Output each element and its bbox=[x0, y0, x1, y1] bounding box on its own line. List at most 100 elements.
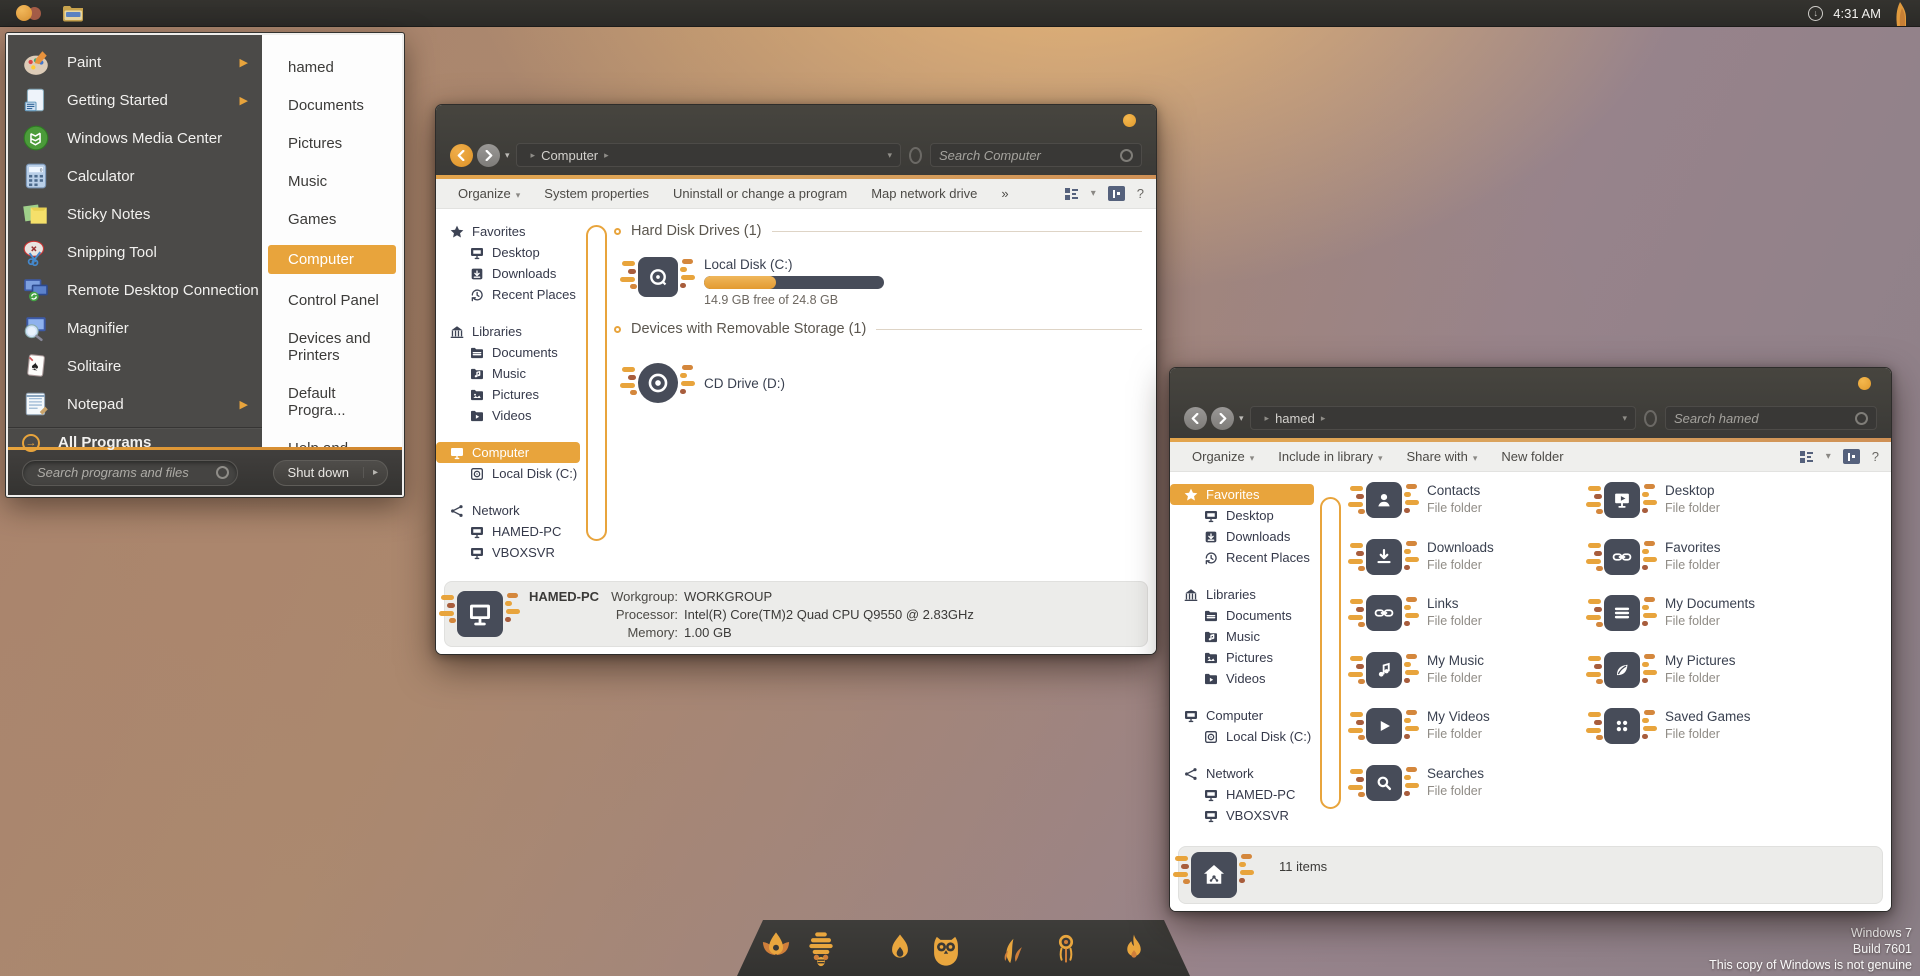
sidebar-item-network[interactable]: Network bbox=[436, 500, 594, 521]
folder-item-downloads[interactable]: Downloads File folder bbox=[1366, 539, 1494, 596]
folder-item-my-music[interactable]: My Music File folder bbox=[1366, 652, 1484, 709]
sidebar-item-vboxsvr[interactable]: VBOXSVR bbox=[1170, 805, 1328, 826]
sidebar-item-pictures[interactable]: Pictures bbox=[1170, 647, 1328, 668]
all-programs-button[interactable]: → All Programs bbox=[8, 427, 262, 457]
folder-item-my-pictures[interactable]: My Pictures File folder bbox=[1604, 652, 1736, 709]
sidebar-item-music[interactable]: Music bbox=[436, 363, 594, 384]
start-place-pictures[interactable]: Pictures bbox=[268, 131, 354, 156]
start-search-box[interactable] bbox=[22, 460, 238, 486]
sidebar-item-local-disk-c[interactable]: Local Disk (C:) bbox=[436, 463, 594, 484]
start-place-devices-and-printers[interactable]: Devices and Printers bbox=[268, 326, 396, 368]
toolbar-system-properties-button[interactable]: System properties bbox=[534, 182, 659, 205]
shutdown-button[interactable]: Shut down ▸ bbox=[273, 460, 388, 486]
toolbar-map-network-drive-button[interactable]: Map network drive bbox=[861, 182, 987, 205]
start-item-notepad[interactable]: Notepad ▶ bbox=[8, 385, 262, 423]
toolbar-new-folder-button[interactable]: New folder bbox=[1491, 445, 1573, 468]
start-item-snipping-tool[interactable]: Snipping Tool bbox=[8, 233, 262, 271]
sidebar-item-videos[interactable]: Videos bbox=[1170, 668, 1328, 689]
preview-pane-icon[interactable] bbox=[1843, 449, 1860, 464]
start-place-music[interactable]: Music bbox=[268, 169, 339, 194]
start-place-hamed[interactable]: hamed bbox=[268, 55, 346, 80]
toolbar-overflow-chevron-button[interactable]: » bbox=[991, 182, 1018, 205]
close-button[interactable] bbox=[1858, 377, 1871, 390]
help-button[interactable]: ? bbox=[1872, 449, 1879, 464]
start-item-calculator[interactable]: 0 Calculator bbox=[8, 157, 262, 195]
start-place-default-progra[interactable]: Default Progra... bbox=[268, 381, 396, 423]
search-box[interactable] bbox=[930, 143, 1142, 167]
start-place-games[interactable]: Games bbox=[268, 207, 348, 232]
address-breadcrumb-bar[interactable]: ▸ Computer ▸ ▾ bbox=[516, 143, 901, 167]
shutdown-options-arrow-icon[interactable]: ▸ bbox=[363, 467, 387, 478]
breadcrumb-item[interactable]: Computer bbox=[541, 148, 598, 163]
sidebar-item-downloads[interactable]: Downloads bbox=[436, 263, 594, 284]
show-desktop-flame-icon[interactable] bbox=[1893, 2, 1906, 26]
change-view-icon[interactable] bbox=[1065, 188, 1079, 200]
folder-item-desktop[interactable]: Desktop File folder bbox=[1604, 482, 1720, 539]
toolbar-organize-button[interactable]: Organize▾ bbox=[448, 182, 530, 205]
start-item-getting-started[interactable]: Getting Started ▶ bbox=[8, 81, 262, 119]
start-place-control-panel[interactable]: Control Panel bbox=[268, 288, 391, 313]
address-dropdown-caret-icon[interactable]: ▾ bbox=[887, 150, 892, 161]
sidebar-item-local-disk-c[interactable]: Local Disk (C:) bbox=[1170, 726, 1328, 747]
navigation-scrollbar[interactable] bbox=[1320, 497, 1341, 809]
folder-item-my-videos[interactable]: My Videos File folder bbox=[1366, 708, 1490, 765]
forward-button[interactable] bbox=[1211, 407, 1234, 430]
sidebar-item-downloads[interactable]: Downloads bbox=[1170, 526, 1328, 547]
view-caret-icon[interactable]: ▾ bbox=[1091, 188, 1096, 199]
breadcrumb-item[interactable]: hamed bbox=[1275, 411, 1315, 426]
start-item-solitaire[interactable]: ♠ Solitaire bbox=[8, 347, 262, 385]
start-item-paint[interactable]: Paint ▶ bbox=[8, 43, 262, 81]
start-item-sticky-notes[interactable]: Sticky Notes bbox=[8, 195, 262, 233]
start-place-documents[interactable]: Documents bbox=[268, 93, 376, 118]
start-place-computer[interactable]: Computer bbox=[268, 245, 396, 274]
notification-chevron-icon[interactable]: ↓ bbox=[1808, 6, 1823, 21]
dock-dreamcatcher-icon[interactable] bbox=[1050, 927, 1082, 971]
dock-grass-icon[interactable] bbox=[995, 927, 1029, 971]
address-breadcrumb-bar[interactable]: ▸ hamed ▸ ▾ bbox=[1250, 406, 1636, 430]
address-dropdown-caret-icon[interactable]: ▾ bbox=[1622, 413, 1627, 424]
sidebar-item-computer[interactable]: Computer bbox=[436, 442, 580, 463]
nav-history-caret-icon[interactable]: ▾ bbox=[1239, 413, 1244, 424]
search-input[interactable] bbox=[1674, 411, 1855, 426]
change-view-icon[interactable] bbox=[1800, 451, 1814, 463]
sidebar-item-favorites[interactable]: Favorites bbox=[1170, 484, 1314, 505]
sidebar-item-hamed-pc[interactable]: HAMED-PC bbox=[1170, 784, 1328, 805]
sidebar-item-documents[interactable]: Documents bbox=[436, 342, 594, 363]
dock-beehive-icon[interactable] bbox=[801, 927, 841, 971]
sidebar-item-desktop[interactable]: Desktop bbox=[436, 242, 594, 263]
refresh-icon[interactable] bbox=[1644, 410, 1657, 427]
preview-pane-icon[interactable] bbox=[1108, 186, 1125, 201]
dock-lotus-icon[interactable] bbox=[755, 927, 797, 971]
sidebar-item-hamed-pc[interactable]: HAMED-PC bbox=[436, 521, 594, 542]
sidebar-item-videos[interactable]: Videos bbox=[436, 405, 594, 426]
toolbar-share-with-button[interactable]: Share with▾ bbox=[1396, 445, 1487, 468]
sidebar-item-desktop[interactable]: Desktop bbox=[1170, 505, 1328, 526]
folder-item-saved-games[interactable]: Saved Games File folder bbox=[1604, 708, 1751, 765]
view-caret-icon[interactable]: ▾ bbox=[1826, 451, 1831, 462]
refresh-icon[interactable] bbox=[909, 147, 922, 164]
folder-item-my-documents[interactable]: My Documents File folder bbox=[1604, 595, 1755, 652]
help-button[interactable]: ? bbox=[1137, 186, 1144, 201]
start-search-input[interactable] bbox=[37, 465, 216, 480]
sidebar-item-recent-places[interactable]: Recent Places bbox=[436, 284, 594, 305]
sidebar-item-vboxsvr[interactable]: VBOXSVR bbox=[436, 542, 594, 563]
back-button[interactable] bbox=[450, 144, 473, 167]
drive-item-cd-drive-d[interactable]: CD Drive (D:) bbox=[638, 363, 785, 403]
folder-item-contacts[interactable]: Contacts File folder bbox=[1366, 482, 1482, 539]
start-item-remote-desktop-connection[interactable]: Remote Desktop Connection bbox=[8, 271, 262, 309]
sidebar-item-libraries[interactable]: Libraries bbox=[1170, 584, 1328, 605]
sidebar-item-music[interactable]: Music bbox=[1170, 626, 1328, 647]
sidebar-item-pictures[interactable]: Pictures bbox=[436, 384, 594, 405]
nav-history-caret-icon[interactable]: ▾ bbox=[505, 150, 510, 161]
toolbar-organize-button[interactable]: Organize▾ bbox=[1182, 445, 1264, 468]
folder-item-favorites[interactable]: Favorites File folder bbox=[1604, 539, 1721, 596]
sidebar-item-recent-places[interactable]: Recent Places bbox=[1170, 547, 1328, 568]
forward-button[interactable] bbox=[477, 144, 500, 167]
folder-item-searches[interactable]: Searches File folder bbox=[1366, 765, 1484, 822]
sidebar-item-documents[interactable]: Documents bbox=[1170, 605, 1328, 626]
dock-droplet-icon[interactable] bbox=[883, 927, 917, 971]
sidebar-item-favorites[interactable]: Favorites bbox=[436, 221, 594, 242]
toolbar-uninstall-or-change-a-program-button[interactable]: Uninstall or change a program bbox=[663, 182, 857, 205]
search-input[interactable] bbox=[939, 148, 1120, 163]
start-orb-button[interactable] bbox=[14, 4, 52, 23]
